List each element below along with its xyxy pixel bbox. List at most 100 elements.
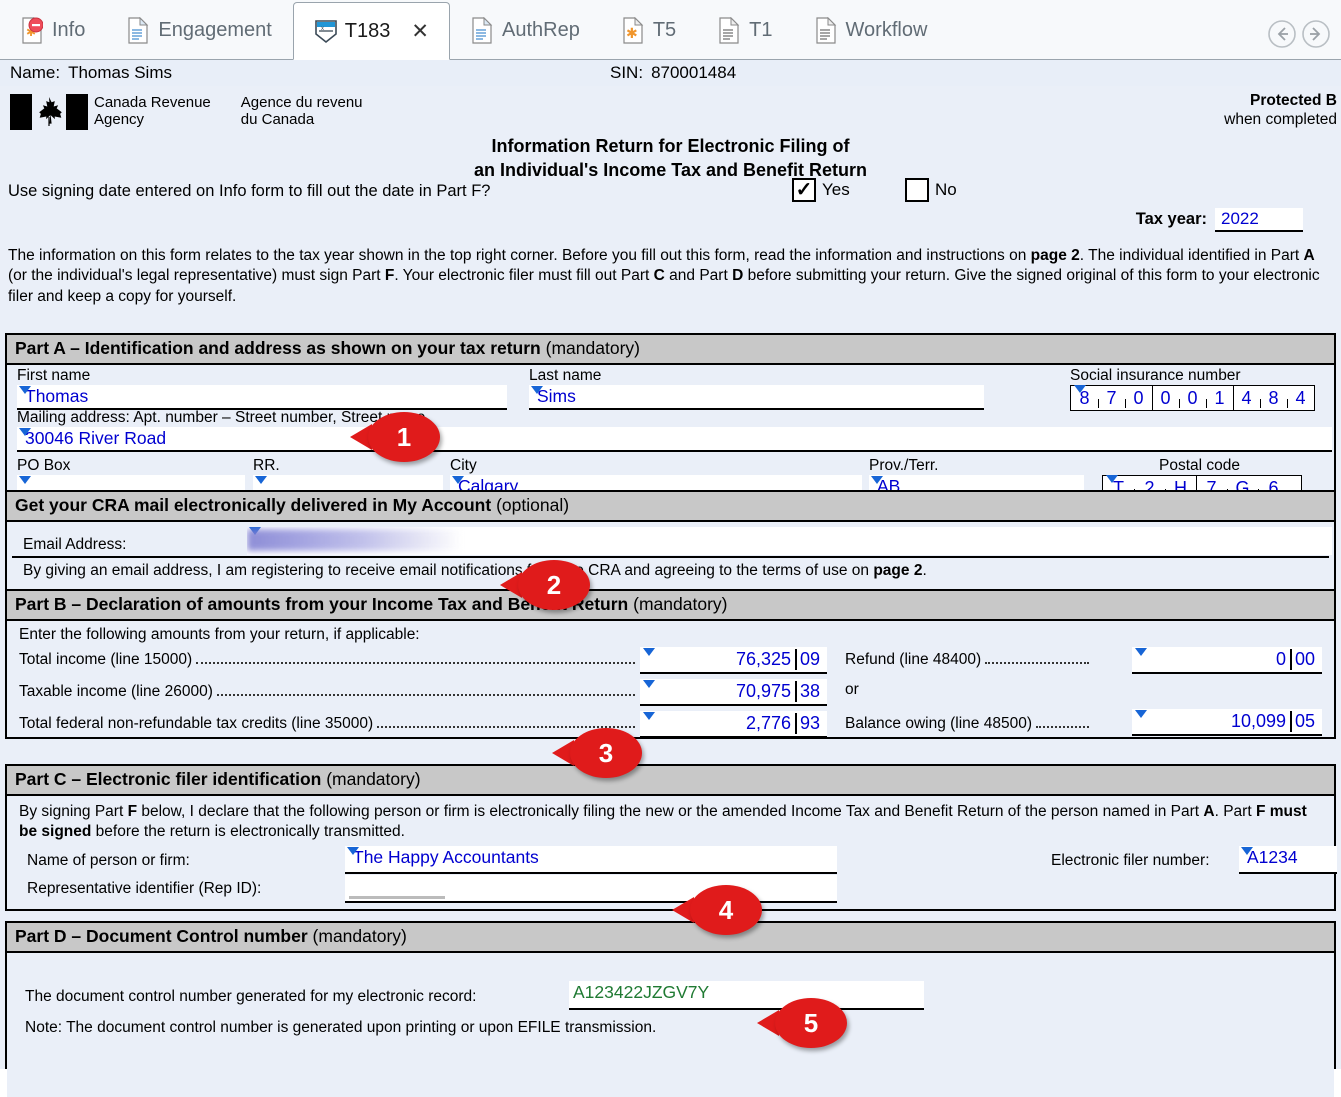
mailing-address-input[interactable]: 30046 River Road <box>17 427 1332 452</box>
signing-date-question: Use signing date entered on Info form to… <box>8 182 490 201</box>
cra-mail-header: Get your CRA mail electronically deliver… <box>7 492 1334 522</box>
cra-mail-title: Get your CRA mail electronically deliver… <box>15 495 491 515</box>
total-income-dollars: 76,325 <box>640 649 795 670</box>
nonrefundable-credits-dollars: 2,776 <box>640 713 795 734</box>
part-d-body: The document control number generated fo… <box>7 953 1334 1097</box>
cra-name-fr-line1: Agence du revenu <box>241 94 363 111</box>
part-c-header: Part C – Electronic filer identification… <box>7 766 1334 796</box>
refund-label: Refund (line 48400) <box>845 651 981 669</box>
total-income-label: Total income (line 15000) <box>19 651 192 669</box>
dcn-label: The document control number generated fo… <box>25 988 476 1006</box>
tab-t183[interactable]: x T183 ✕ <box>293 2 450 60</box>
field-marker-icon <box>347 847 359 855</box>
mailing-address-label: Mailing address: Apt. number – Street nu… <box>17 409 1332 427</box>
mailing-address-value: 30046 River Road <box>25 428 166 448</box>
dcn-value: A123422JZGV7Y <box>573 982 709 1002</box>
document-star-icon: ✱ <box>622 17 644 44</box>
sin-digit[interactable]: 0 <box>1152 386 1179 410</box>
part-b-title: Part B – Declaration of amounts from you… <box>15 594 628 614</box>
field-marker-icon <box>19 476 31 484</box>
tab-engagement[interactable]: Engagement <box>106 1 292 59</box>
nonrefundable-credits-amount[interactable]: 2,776 93 <box>640 711 827 738</box>
nav-forward-icon[interactable] <box>1301 19 1331 49</box>
total-income-amount[interactable]: 76,325 09 <box>640 647 827 674</box>
balance-owing-label: Balance owing (line 48500) <box>845 715 1032 733</box>
part-a-title: Part A – Identification and address as s… <box>15 338 541 358</box>
first-name-input[interactable]: Thomas <box>17 385 507 410</box>
taxable-income-cents: 38 <box>795 681 827 702</box>
checkbox-no[interactable] <box>905 178 929 202</box>
part-b-section: Part B – Declaration of amounts from you… <box>5 589 1336 739</box>
sin-digit[interactable]: 4 <box>1287 386 1314 410</box>
tab-label: AuthRep <box>502 19 580 42</box>
last-name-label: Last name <box>529 367 984 385</box>
tab-authrep[interactable]: AuthRep <box>450 1 601 59</box>
part-a-body: First name Thomas Last name Sims Social … <box>7 365 1334 492</box>
part-c-declaration: By signing Part F below, I declare that … <box>19 802 1324 843</box>
tab-label: Workflow <box>846 19 928 42</box>
t183-form: Canada Revenue Agency Agence du revenu d… <box>0 86 1341 1069</box>
city-label: City <box>450 457 862 475</box>
cra-name-en-line2: Agency <box>94 111 211 128</box>
cra-name-fr: Agence du revenu du Canada <box>241 94 363 129</box>
tab-info[interactable]: ✱ Info <box>0 1 106 59</box>
field-marker-icon <box>19 386 31 394</box>
signing-date-no-option[interactable]: No <box>905 178 957 202</box>
part-c-body: By signing Part F below, I declare that … <box>7 796 1334 909</box>
tab-t1[interactable]: T1 <box>697 1 793 59</box>
sin-label: SIN: <box>610 63 643 83</box>
sin-digit[interactable]: 4 <box>1233 386 1260 410</box>
rep-id-input[interactable] <box>345 875 837 903</box>
part-b-intro: Enter the following amounts from your re… <box>19 626 420 644</box>
email-redacted-overlay <box>247 529 462 551</box>
first-name-label: First name <box>17 367 507 385</box>
form-icon: x <box>314 18 336 45</box>
close-icon[interactable]: ✕ <box>411 21 429 42</box>
firm-name-input[interactable]: The Happy Accountants <box>345 846 837 874</box>
field-marker-icon <box>1074 385 1086 393</box>
email-input[interactable] <box>247 527 1332 555</box>
signing-date-yes-option[interactable]: ✓ Yes <box>792 178 850 202</box>
form-instructions: The information on this form relates to … <box>8 246 1333 307</box>
cra-name-en-line1: Canada Revenue <box>94 94 211 111</box>
sin-digit[interactable]: 0 <box>1125 386 1152 410</box>
balance-owing-amount[interactable]: 10,099 05 <box>1132 709 1322 736</box>
last-name-input[interactable]: Sims <box>529 385 984 410</box>
postal-code-label: Postal code <box>1097 457 1302 475</box>
taxable-income-dollars: 70,975 <box>640 681 795 702</box>
sin-input[interactable]: 8 7 0 0 0 1 4 8 4 <box>1070 385 1315 411</box>
taxable-income-label: Taxable income (line 26000) <box>19 683 213 701</box>
dcn-input[interactable]: A123422JZGV7Y <box>569 981 924 1010</box>
refund-amount[interactable]: 0 00 <box>1132 647 1322 674</box>
sin-digit[interactable]: 8 <box>1260 386 1287 410</box>
field-marker-icon <box>255 476 267 484</box>
tab-label: T1 <box>749 19 772 42</box>
tab-scroll-controls <box>1267 19 1331 49</box>
name-label: Name: <box>10 63 60 83</box>
page-title-line1: Information Return for Electronic Filing… <box>0 134 1341 158</box>
sin-digit[interactable]: 0 <box>1179 386 1206 410</box>
nav-back-icon[interactable] <box>1267 19 1297 49</box>
part-c-section: Part C – Electronic filer identification… <box>5 764 1336 911</box>
sin-display: SIN: 870001484 <box>610 63 736 83</box>
field-marker-icon <box>871 476 883 484</box>
part-d-section: Part D – Document Control number (mandat… <box>5 921 1336 1069</box>
sin-digit[interactable]: 1 <box>1206 386 1233 410</box>
tab-t5[interactable]: ✱ T5 <box>601 1 697 59</box>
tab-label: T5 <box>653 19 676 42</box>
tax-year-label: Tax year: <box>1136 210 1207 229</box>
rep-id-label: Representative identifier (Rep ID): <box>27 880 261 898</box>
taxable-income-amount[interactable]: 70,975 38 <box>640 679 827 706</box>
tab-workflow[interactable]: Workflow <box>794 1 949 59</box>
checkbox-yes[interactable]: ✓ <box>792 178 816 202</box>
tax-year-input[interactable]: 2022 <box>1215 208 1303 232</box>
sin-digit[interactable]: 7 <box>1098 386 1125 410</box>
part-d-header: Part D – Document Control number (mandat… <box>7 923 1334 953</box>
balance-owing-dollars: 10,099 <box>1132 711 1290 732</box>
document-alert-icon: ✱ <box>21 17 43 44</box>
balance-owing-cents: 05 <box>1290 711 1322 732</box>
svg-text:✱: ✱ <box>626 25 638 41</box>
page-title-line2: an Individual's Income Tax and Benefit R… <box>0 158 1341 182</box>
efiler-number-input[interactable]: A1234 <box>1239 846 1337 874</box>
prov-label: Prov./Terr. <box>869 457 1084 475</box>
